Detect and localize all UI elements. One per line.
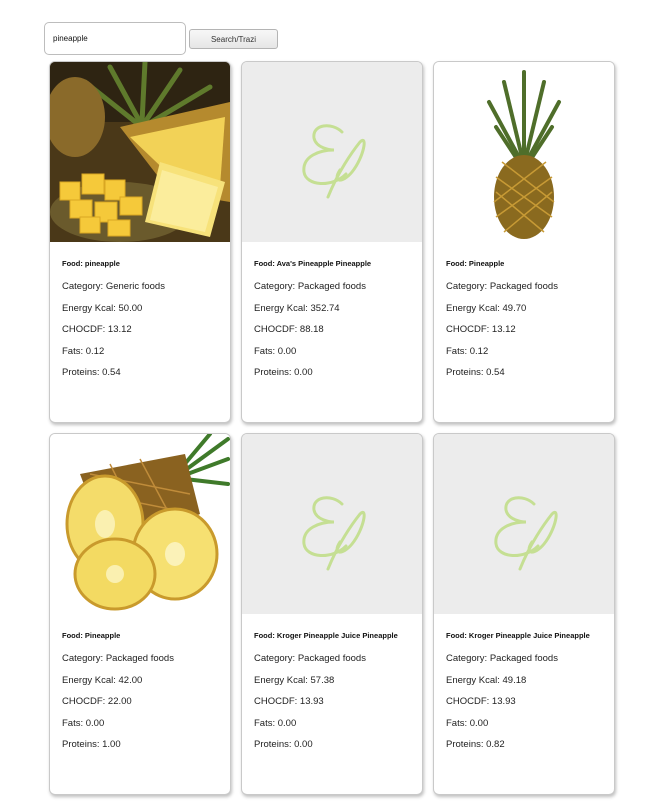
food-proteins: Proteins: 1.00 (62, 739, 121, 750)
placeholder-logo-icon (242, 434, 422, 614)
food-name: Food: Ava's Pineapple Pineapple (254, 259, 372, 268)
food-energy: Energy Kcal: 49.70 (446, 302, 527, 314)
food-chocdf: CHOCDF: 13.12 (62, 324, 132, 335)
food-card[interactable]: Food: Pineapple Category: Packaged foods… (49, 433, 231, 795)
food-proteins: Proteins: 0.00 (254, 739, 313, 750)
food-fats: Fats: 0.12 (62, 345, 105, 357)
food-category: Category: Packaged foods (446, 281, 558, 292)
food-category: Category: Packaged foods (254, 653, 366, 664)
food-category: Category: Packaged foods (254, 281, 366, 292)
food-card[interactable]: Food: Ava's Pineapple Pineapple Category… (241, 61, 423, 423)
search-button[interactable]: Search/Trazi (189, 29, 278, 49)
food-fats: Fats: 0.00 (254, 345, 297, 357)
food-chocdf: CHOCDF: 22.00 (62, 696, 132, 707)
food-chocdf: CHOCDF: 13.93 (254, 696, 324, 707)
food-chocdf: CHOCDF: 13.93 (446, 696, 516, 707)
food-energy: Energy Kcal: 57.38 (254, 674, 335, 686)
food-proteins: Proteins: 0.00 (254, 367, 313, 378)
placeholder-logo-icon (242, 62, 422, 242)
food-category: Category: Packaged foods (446, 653, 558, 664)
food-fats: Fats: 0.00 (446, 717, 489, 729)
food-image (50, 434, 230, 614)
food-image (50, 62, 230, 242)
food-energy: Energy Kcal: 352.74 (254, 302, 340, 314)
food-name: Food: Kroger Pineapple Juice Pineapple (254, 631, 398, 640)
food-card[interactable]: Food: Kroger Pineapple Juice Pineapple C… (433, 433, 615, 795)
food-category: Category: Generic foods (62, 281, 165, 292)
food-energy: Energy Kcal: 49.18 (446, 674, 527, 686)
food-proteins: Proteins: 0.54 (62, 367, 121, 378)
food-fats: Fats: 0.00 (254, 717, 297, 729)
food-fats: Fats: 0.00 (62, 717, 105, 729)
food-card[interactable]: Food: pineapple Category: Generic foods … (49, 61, 231, 423)
search-input[interactable] (44, 22, 186, 55)
food-fats: Fats: 0.12 (446, 345, 489, 357)
food-name: Food: Pineapple (62, 631, 121, 640)
food-image (434, 62, 614, 242)
food-name: Food: Pineapple (446, 259, 505, 268)
food-proteins: Proteins: 0.82 (446, 739, 505, 750)
food-proteins: Proteins: 0.54 (446, 367, 505, 378)
food-card[interactable]: Food: Kroger Pineapple Juice Pineapple C… (241, 433, 423, 795)
food-name: Food: pineapple (62, 259, 120, 268)
placeholder-logo-icon (434, 434, 614, 614)
food-energy: Energy Kcal: 42.00 (62, 674, 143, 686)
food-energy: Energy Kcal: 50.00 (62, 302, 143, 314)
food-category: Category: Packaged foods (62, 653, 174, 664)
food-name: Food: Kroger Pineapple Juice Pineapple (446, 631, 590, 640)
results-grid: Food: pineapple Category: Generic foods … (49, 61, 615, 795)
food-chocdf: CHOCDF: 88.18 (254, 324, 324, 335)
food-chocdf: CHOCDF: 13.12 (446, 324, 516, 335)
food-card[interactable]: Food: Pineapple Category: Packaged foods… (433, 61, 615, 423)
